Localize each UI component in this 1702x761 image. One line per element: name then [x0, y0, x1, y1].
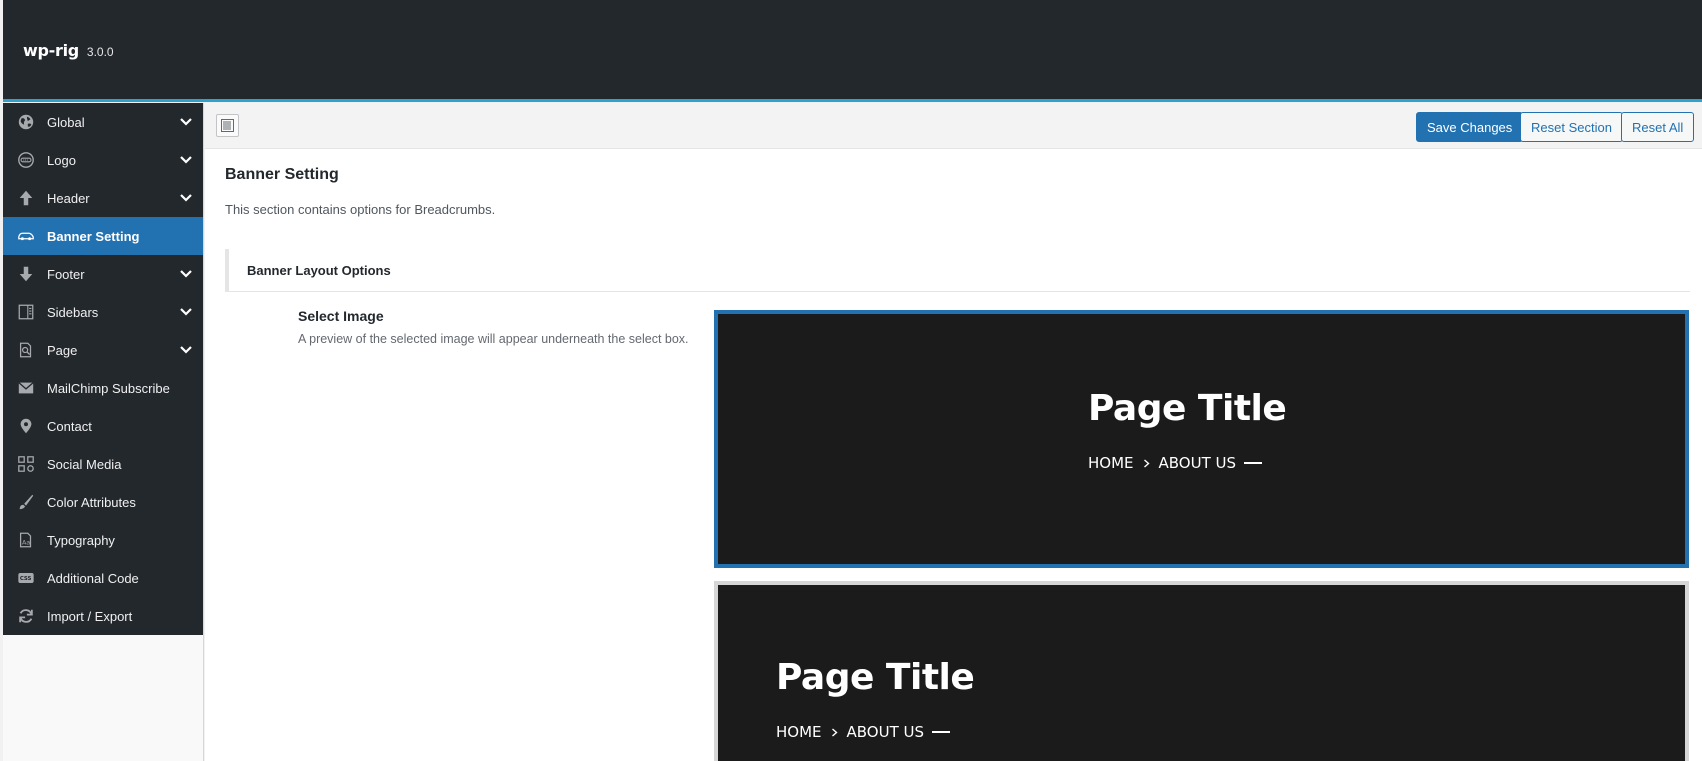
sidebar-item-additional-code[interactable]: CSS Additional Code: [3, 559, 203, 597]
refresh-icon: [17, 607, 35, 625]
logo-icon: [17, 151, 35, 169]
breadcrumb-dash: [932, 731, 951, 733]
car-icon: [17, 227, 35, 245]
chevron-down-icon: [180, 156, 192, 164]
app-version: 3.0.0: [86, 45, 114, 59]
options-sidebar: Global Logo Header Banner Setting Footer…: [3, 103, 204, 761]
preview-breadcrumb: HOME ABOUT US: [776, 723, 951, 741]
save-changes-button[interactable]: Save Changes: [1416, 112, 1524, 142]
chevron-right-icon: [831, 727, 838, 737]
sidebar-item-social-media[interactable]: Social Media: [3, 445, 203, 483]
sidebar-item-label: Sidebars: [47, 305, 99, 320]
sidebar-item-color-attributes[interactable]: Color Attributes: [3, 483, 203, 521]
globe-icon: [17, 113, 35, 131]
reset-section-button[interactable]: Reset Section: [1520, 112, 1623, 142]
sidebar-item-label: Footer: [47, 267, 85, 282]
subsection-title: Banner Layout Options: [247, 263, 391, 278]
arrow-up-icon: [17, 189, 35, 207]
chevron-down-icon: [180, 270, 192, 278]
sidebar-item-header[interactable]: Header: [3, 179, 203, 217]
sidebar-item-footer[interactable]: Footer: [3, 255, 203, 293]
email-icon: [17, 379, 35, 397]
sidebar-item-page[interactable]: Page: [3, 331, 203, 369]
chevron-down-icon: [180, 118, 192, 126]
reset-all-button[interactable]: Reset All: [1621, 112, 1695, 142]
typography-icon: Aa: [17, 531, 35, 549]
sidebar-item-contact[interactable]: Contact: [3, 407, 203, 445]
sidebar-item-logo[interactable]: Logo: [3, 141, 203, 179]
columns-icon: [221, 119, 234, 132]
banner-layout-option-centered[interactable]: Page Title HOME ABOUT US: [714, 310, 1689, 568]
location-pin-icon: [17, 417, 35, 435]
arrow-down-icon: [17, 265, 35, 283]
layout-icon: [17, 303, 35, 321]
expand-options-button[interactable]: [216, 114, 239, 137]
breadcrumb-current: ABOUT US: [1158, 454, 1237, 472]
svg-text:Aa: Aa: [22, 540, 30, 547]
chevron-down-icon: [180, 308, 192, 316]
subsection-header: Banner Layout Options: [225, 249, 1690, 292]
field-description: A preview of the selected image will app…: [298, 332, 689, 346]
sidebar-item-sidebars[interactable]: Sidebars: [3, 293, 203, 331]
sidebar-item-label: Typography: [47, 533, 115, 548]
svg-text:CSS: CSS: [20, 576, 32, 582]
options-main-panel: Save Changes Reset Section Reset All Ban…: [205, 103, 1702, 761]
preview-page-title: Page Title: [1088, 388, 1287, 429]
breadcrumb-home: HOME: [776, 723, 822, 741]
section-description: This section contains options for Breadc…: [225, 202, 496, 217]
brand: wp-rig 3.0.0: [23, 41, 114, 60]
sidebar-item-typography[interactable]: Aa Typography: [3, 521, 203, 559]
section-title: Banner Setting: [225, 166, 339, 183]
sidebar-item-label: Logo: [47, 153, 76, 168]
chevron-right-icon: [1143, 458, 1150, 468]
page-search-icon: [17, 341, 35, 359]
sidebar-item-label: Header: [47, 191, 90, 206]
sidebar-item-label: Global: [47, 115, 85, 130]
sidebar-menu: Global Logo Header Banner Setting Footer…: [3, 103, 203, 635]
admin-top-bar: wp-rig 3.0.0: [3, 0, 1702, 102]
sidebar-item-import-export[interactable]: Import / Export: [3, 597, 203, 635]
sidebar-item-label: Social Media: [47, 457, 122, 472]
css-icon: CSS: [17, 569, 35, 587]
sidebar-item-global[interactable]: Global: [3, 103, 203, 141]
qr-code-icon: [17, 455, 35, 473]
breadcrumb-dash: [1244, 462, 1263, 464]
breadcrumb-home: HOME: [1088, 454, 1134, 472]
sidebar-item-mailchimp-subscribe[interactable]: MailChimp Subscribe: [3, 369, 203, 407]
sidebar-item-label: MailChimp Subscribe: [47, 381, 170, 396]
field-label: Select Image: [298, 308, 384, 324]
options-toolbar: Save Changes Reset Section Reset All: [205, 103, 1702, 149]
chevron-down-icon: [180, 194, 192, 202]
preview-page-title: Page Title: [776, 657, 975, 698]
sidebar-item-label: Banner Setting: [47, 229, 140, 244]
banner-layout-option-left[interactable]: Page Title HOME ABOUT US: [714, 581, 1689, 761]
sidebar-item-label: Additional Code: [47, 571, 139, 586]
preview-breadcrumb: HOME ABOUT US: [1088, 454, 1263, 472]
sidebar-item-label: Import / Export: [47, 609, 133, 624]
sidebar-item-banner-setting[interactable]: Banner Setting: [3, 217, 203, 255]
app-name: wp-rig: [23, 41, 79, 60]
chevron-down-icon: [180, 346, 192, 354]
sidebar-item-label: Color Attributes: [47, 495, 136, 510]
breadcrumb-current: ABOUT US: [846, 723, 925, 741]
brush-icon: [17, 493, 35, 511]
sidebar-item-label: Contact: [47, 419, 92, 434]
sidebar-item-label: Page: [47, 343, 78, 358]
